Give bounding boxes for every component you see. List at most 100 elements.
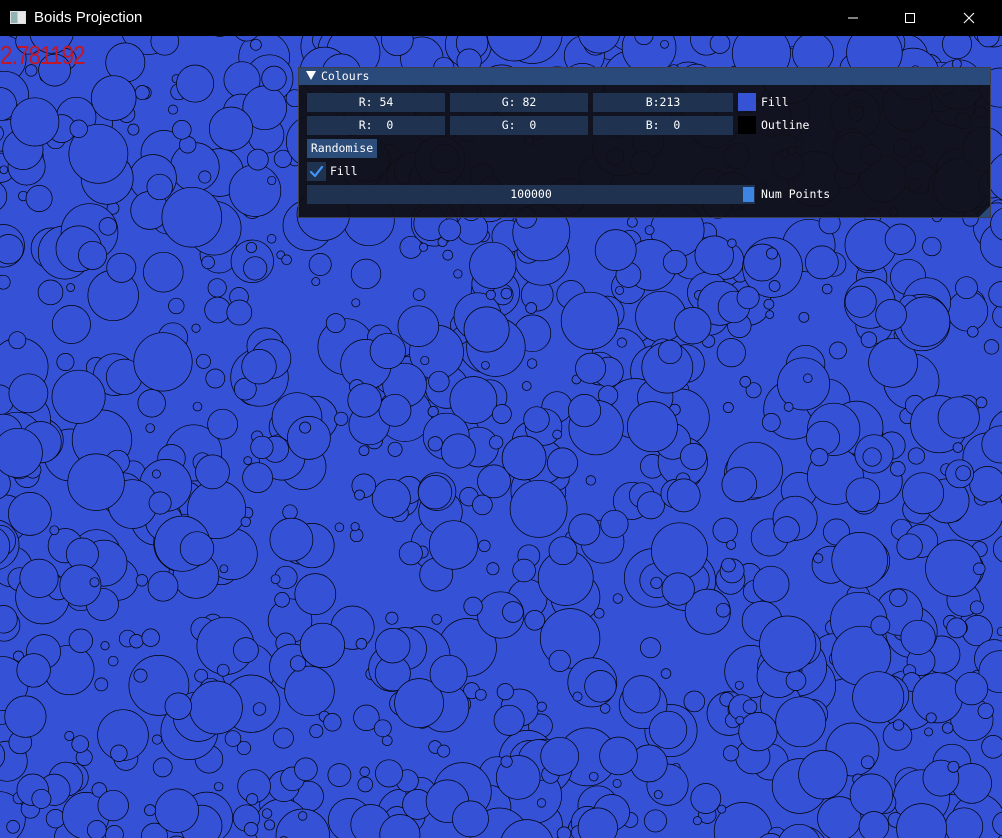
boid-circle (761, 413, 781, 432)
boid-circle (981, 735, 1002, 759)
boid-circle (992, 535, 1002, 563)
fill-checkbox[interactable] (307, 162, 326, 181)
resize-grip-icon[interactable] (979, 206, 990, 217)
boid-circle (294, 573, 337, 615)
boid-circle (216, 663, 230, 677)
boid-circle (509, 479, 568, 538)
boid-circle (715, 602, 731, 618)
outline-b-field[interactable]: B: 0 (593, 116, 733, 135)
num-points-label: Num Points (761, 187, 831, 201)
app-window-icon (10, 11, 26, 24)
minimize-button[interactable] (830, 0, 876, 36)
colours-panel[interactable]: Colours R: 54 G: 82 B:213 Fill R: 0 G: 0… (298, 67, 991, 218)
window-title: Boids Projection (34, 9, 143, 26)
boid-circle (952, 442, 964, 453)
fill-b-field[interactable]: B:213 (593, 93, 733, 112)
boid-circle (385, 611, 399, 625)
boid-circle (709, 36, 731, 54)
boid-circle (525, 302, 538, 314)
boid-circle (821, 283, 833, 295)
outline-color-swatch[interactable] (738, 116, 756, 134)
boid-circle (428, 520, 479, 570)
boid-circle (154, 788, 199, 833)
randomise-button[interactable]: Randomise (307, 139, 377, 158)
boid-circle (937, 396, 980, 439)
maximize-button[interactable] (887, 0, 933, 36)
boid-circle (272, 727, 294, 749)
boid-circle (127, 123, 140, 136)
boid-circle (264, 819, 276, 831)
boid-circle (616, 337, 627, 348)
boid-circle (69, 119, 88, 138)
boid-circle (233, 637, 259, 663)
boid-circle (152, 734, 163, 745)
boid-circle (269, 517, 314, 562)
boid-circle (600, 509, 629, 539)
boid-circle (726, 539, 737, 550)
boid-circle (86, 820, 107, 838)
boid-circle (954, 671, 989, 706)
boid-circle (7, 492, 52, 536)
boid-circle (584, 670, 617, 703)
boid-circle (373, 719, 392, 738)
boid-circle (721, 466, 758, 503)
boid-circle (798, 311, 810, 323)
boid-circle (207, 278, 227, 298)
num-points-slider[interactable]: 100000 (307, 185, 755, 204)
boid-circle (500, 755, 513, 768)
boid-circle (334, 411, 349, 426)
boid-circle (31, 788, 52, 809)
fill-checkbox-label: Fill (330, 164, 358, 178)
boid-circle (955, 465, 972, 482)
boid-circle (716, 338, 746, 368)
boid-circle (759, 615, 817, 673)
boid-circle (947, 760, 960, 773)
panel-header[interactable]: Colours (299, 68, 990, 85)
boid-circle (892, 719, 905, 731)
boid-circle (151, 469, 161, 479)
boid-circle (289, 655, 307, 672)
boid-circle (224, 730, 242, 747)
boid-circle (803, 373, 813, 384)
boid-circle (983, 339, 1000, 355)
boid-circle (540, 736, 580, 776)
boid-circle (752, 565, 790, 603)
boids-canvas[interactable]: 2.781192 Colours R: 54 G: 82 B:213 Fill … (0, 36, 1002, 838)
boid-circle (946, 617, 968, 639)
boid-circle (548, 649, 571, 672)
boid-circle (798, 750, 848, 800)
boid-circle (8, 331, 27, 350)
fill-color-swatch[interactable] (738, 93, 756, 111)
boid-circle (110, 744, 128, 762)
collapse-arrow-icon[interactable] (306, 71, 316, 80)
boid-circle (440, 433, 476, 469)
outline-r-field[interactable]: R: 0 (307, 116, 445, 135)
boid-circle (417, 475, 453, 510)
boid-circle (486, 562, 500, 576)
boid-circle (813, 553, 824, 564)
boid-circle (420, 355, 430, 366)
boid-circle (785, 670, 807, 691)
boid-circle (599, 736, 638, 776)
boid-circle (662, 249, 688, 275)
boid-circle (844, 285, 877, 318)
boid-circle (640, 637, 661, 659)
boid-circle (267, 175, 277, 186)
boid-circle (325, 313, 346, 333)
boid-circle (902, 472, 945, 515)
boid-circle (369, 332, 406, 370)
boid-circle (992, 303, 1002, 329)
fill-g-field[interactable]: G: 82 (450, 93, 588, 112)
boid-circle (831, 532, 888, 589)
slider-grab-handle[interactable] (743, 187, 754, 202)
title-bar[interactable]: Boids Projection (0, 0, 1002, 36)
boid-circle (66, 283, 75, 292)
outline-g-field[interactable]: G: 0 (450, 116, 588, 135)
fps-readout: 2.781192 (0, 40, 86, 70)
close-button[interactable] (946, 0, 992, 36)
boid-circle (137, 389, 166, 418)
boid-circle (94, 677, 109, 692)
boid-circle (168, 104, 178, 115)
fill-r-field[interactable]: R: 54 (307, 93, 445, 112)
boid-circle (412, 288, 426, 301)
